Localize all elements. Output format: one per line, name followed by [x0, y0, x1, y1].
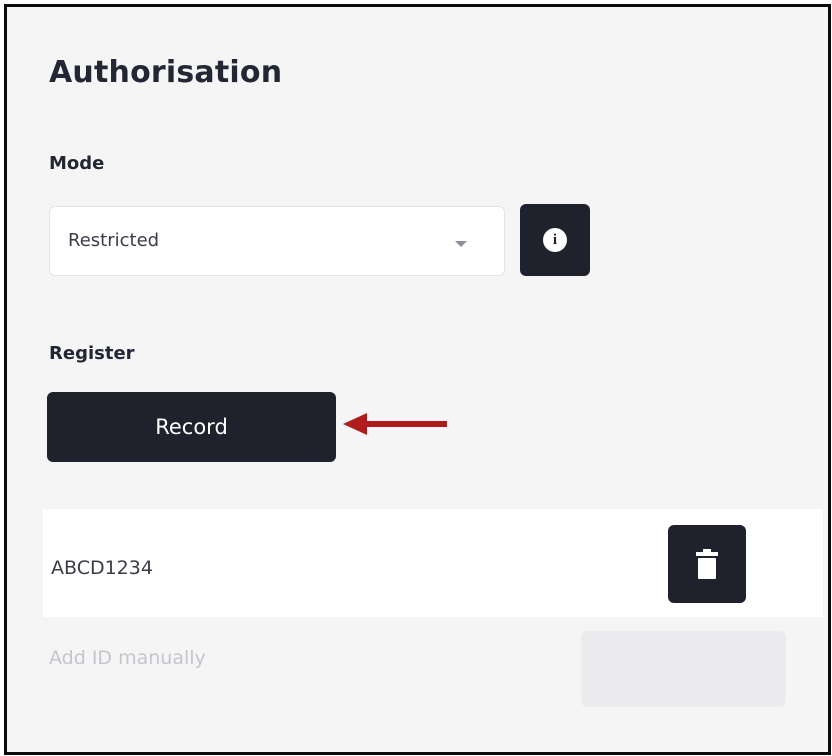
add-id-button[interactable] — [581, 631, 786, 707]
authorisation-panel: Authorisation Mode Restricted i Register… — [4, 4, 831, 755]
arrow-left-icon — [343, 413, 447, 435]
panel-title: Authorisation — [49, 55, 283, 90]
record-button[interactable]: Record — [47, 392, 336, 462]
info-icon: i — [543, 228, 567, 252]
info-button[interactable]: i — [520, 204, 590, 276]
mode-select[interactable]: Restricted — [49, 206, 505, 276]
mode-select-value: Restricted — [68, 230, 160, 251]
chevron-down-icon — [455, 241, 467, 247]
add-id-input[interactable]: Add ID manually — [49, 647, 569, 687]
registered-id: ABCD1234 — [51, 557, 153, 579]
register-label: Register — [49, 343, 135, 364]
mode-label: Mode — [49, 153, 105, 174]
trash-icon — [696, 549, 718, 579]
list-item: ABCD1234 — [43, 509, 823, 617]
delete-button[interactable] — [668, 525, 746, 603]
